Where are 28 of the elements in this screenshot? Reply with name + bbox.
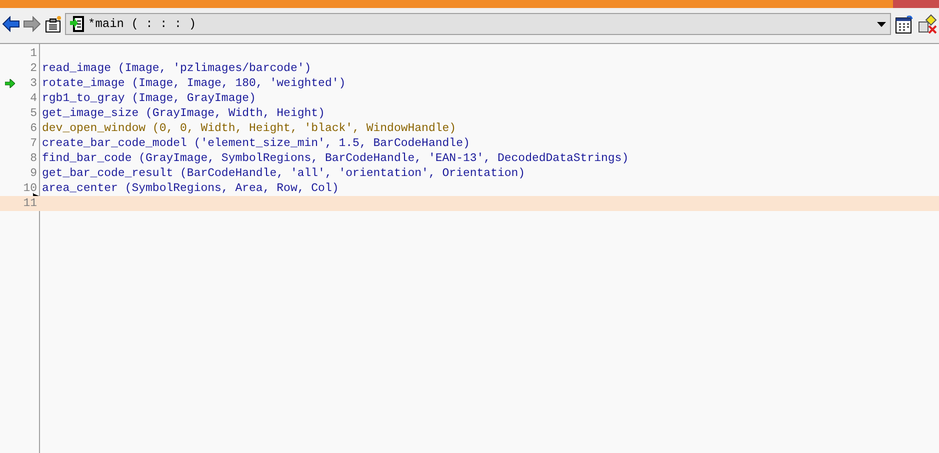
line-number: 8 — [29, 151, 38, 166]
clipboard-icon[interactable] — [44, 15, 62, 33]
line-number: 9 — [29, 166, 38, 181]
clear-icon[interactable] — [917, 14, 937, 34]
code-line: find_bar_code (GrayImage, SymbolRegions, BarCodeHandle, 'EAN-13', DecodedDataStrings) — [41, 151, 629, 166]
code-line: rotate_image (Image, Image, 180, 'weighted') — [41, 76, 346, 91]
line-number: 6 — [29, 121, 38, 136]
calendar-icon[interactable] — [894, 14, 914, 34]
code-line: get_image_size (GrayImage, Width, Height) — [41, 106, 325, 121]
line-number: 3 — [29, 76, 38, 91]
code-line: get_bar_code_result (BarCodeHandle, 'all', 'orientation', Orientation) — [41, 166, 526, 181]
code-line: create_bar_code_model ('element_size_min', 1.5, BarCodeHandle) — [41, 136, 470, 151]
line-number: 2 — [29, 61, 38, 76]
line-number: 4 — [29, 91, 38, 106]
procedure-icon — [70, 16, 84, 32]
code-line: dev_open_window (0, 0, Width, Height, 'black', WindowHandle) — [41, 121, 456, 136]
line-number: 1 — [29, 46, 38, 61]
line-number: 7 — [29, 136, 38, 151]
line-number: 10 — [22, 181, 38, 196]
procedure-dropdown[interactable]: *main ( : : : ) — [65, 13, 891, 35]
back-arrow-icon[interactable] — [2, 16, 20, 32]
code-line: area_center (SymbolRegions, Area, Row, Col) — [41, 181, 339, 196]
dropdown-caret-icon — [877, 22, 886, 26]
line-number: 11 — [22, 196, 38, 211]
line-number: 5 — [29, 106, 38, 121]
code-line: read_image (Image, 'pzlimages/barcode') — [41, 61, 312, 76]
code-line: rgb1_to_gray (Image, GrayImage) — [41, 91, 256, 106]
forward-arrow-icon[interactable] — [23, 16, 41, 32]
